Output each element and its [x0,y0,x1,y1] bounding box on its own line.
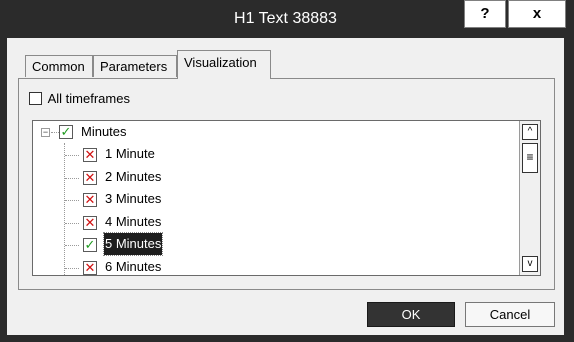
tree-item-label: 3 Minutes [105,191,162,206]
tree-item-3-minutes[interactable]: ✕ 3 Minutes [33,188,513,210]
collapse-icon[interactable]: − [41,128,50,137]
close-icon: x [532,5,542,22]
ok-button[interactable]: OK [367,302,455,327]
tree-connector [65,268,79,269]
cross-icon[interactable]: ✕ [83,171,97,185]
tree-item-label: Minutes [81,124,127,139]
all-timeframes-option[interactable]: All timeframes [29,90,130,108]
all-timeframes-label: All timeframes [47,91,130,107]
help-icon: ? [480,5,490,22]
cross-icon[interactable]: ✕ [83,216,97,230]
checkmark-icon[interactable]: ✓ [59,125,73,139]
tree-connector [65,178,79,179]
tab-parameters[interactable]: Parameters [93,55,177,77]
tree-item-label: 2 Minutes [105,169,162,184]
cross-icon[interactable]: ✕ [83,148,97,162]
dialog-client-area: Common Parameters Visualization All time… [7,38,564,335]
tree-item-minutes[interactable]: − ✓ Minutes [33,121,513,143]
tab-common[interactable]: Common [25,55,93,77]
title-bar[interactable]: H1 Text 38883 ? x [2,0,569,38]
tree-item-2-minutes[interactable]: ✕ 2 Minutes [33,166,513,188]
tree-connector [65,200,79,201]
checkmark-icon[interactable]: ✓ [83,238,97,252]
cross-icon[interactable]: ✕ [83,193,97,207]
tree-item-label: 6 Minutes [105,259,162,274]
cancel-button[interactable]: Cancel [465,302,555,327]
tree-item-label: 1 Minute [105,146,155,161]
scroll-up-icon[interactable]: ^ [522,124,538,140]
help-button[interactable]: ? [464,0,506,28]
cross-icon[interactable]: ✕ [83,261,97,275]
tree-item-5-minutes[interactable]: ✓ 5 Minutes [33,232,513,256]
tree-connector [65,223,79,224]
tree-connector [65,245,79,246]
tree-item-1-minute[interactable]: ✕ 1 Minute [33,143,513,165]
tree-connector [51,132,59,133]
close-button[interactable]: x [508,0,566,28]
tab-visualization[interactable]: Visualization [177,50,271,79]
scroll-thumb[interactable]: ≡ [522,143,538,173]
tree-connector [65,155,79,156]
dialog-window: H1 Text 38883 ? x Common Parameters Visu… [2,0,569,340]
all-timeframes-checkbox[interactable] [29,92,42,106]
scroll-down-icon[interactable]: v [522,256,538,272]
tree-item-label: 4 Minutes [105,214,162,229]
tree-item-6-minutes[interactable]: ✕ 6 Minutes [33,256,513,275]
tree-item-label-selected: 5 Minutes [102,232,164,256]
vertical-scrollbar[interactable]: ^ ≡ v [519,121,540,275]
tree-item-4-minutes[interactable]: ✕ 4 Minutes [33,211,513,233]
timeframes-tree[interactable]: − ✓ Minutes ✕ 1 Minute ✕ 2 Minutes ✕ 3 M… [32,120,541,276]
